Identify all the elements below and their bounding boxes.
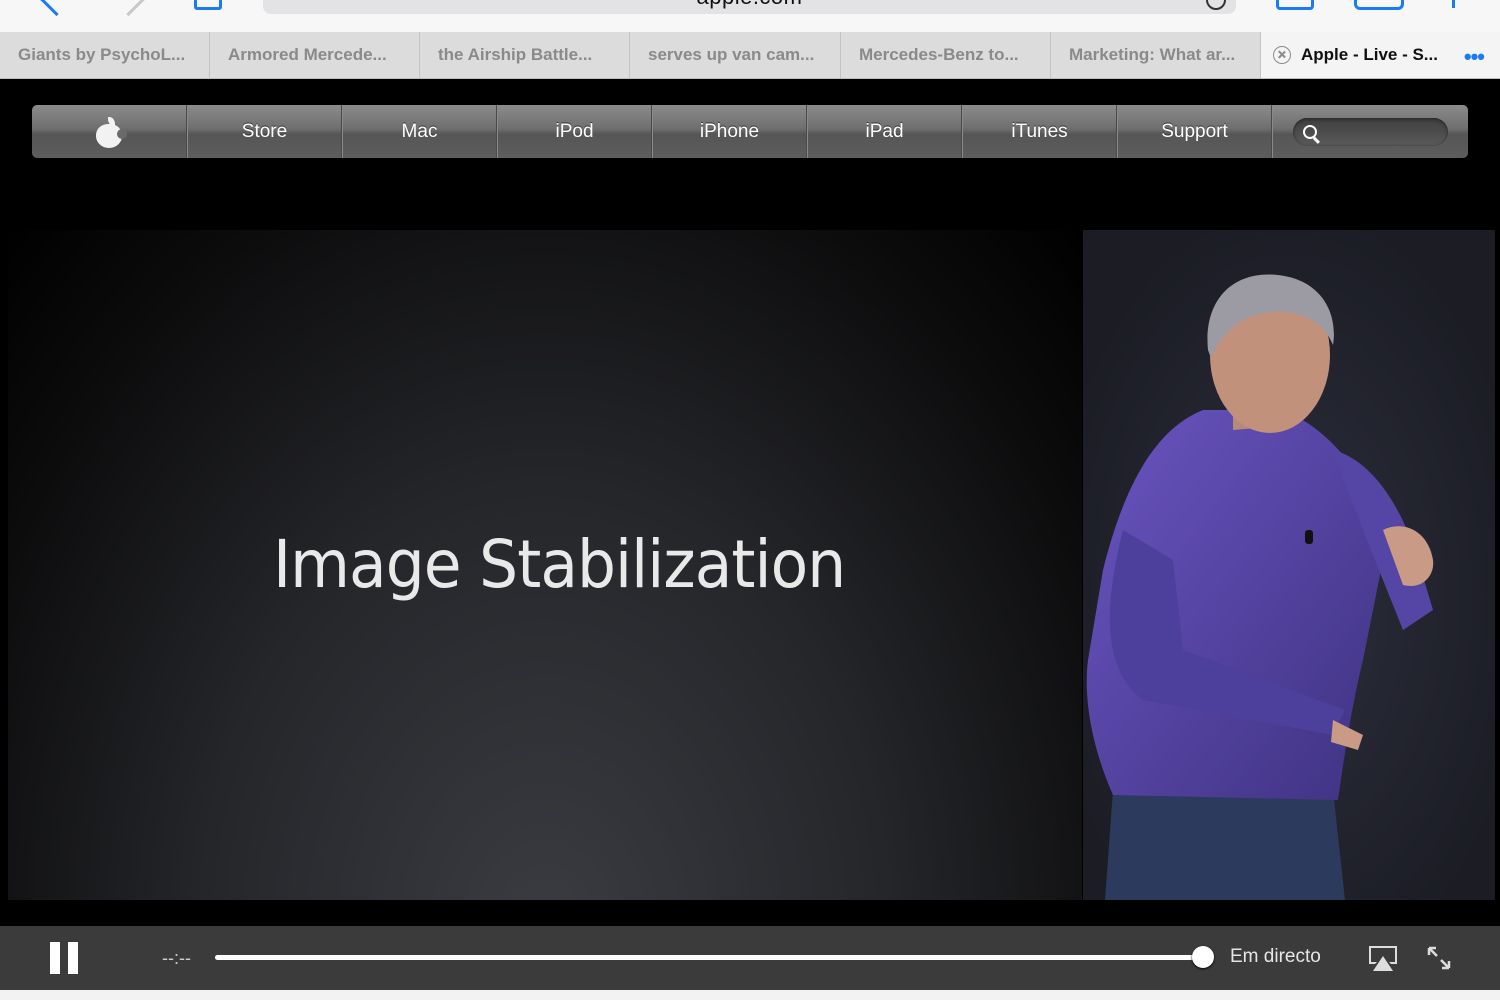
address-bar[interactable]: apple.com <box>263 0 1236 14</box>
bottom-strip <box>0 990 1500 1000</box>
tab-3[interactable]: the Airship Battle... <box>420 32 630 78</box>
nav-search <box>1272 105 1468 158</box>
tab-label: Mercedes-Benz to... <box>859 45 1019 64</box>
nav-item-mac[interactable]: Mac <box>342 105 497 158</box>
tab-4[interactable]: serves up van cam... <box>630 32 841 78</box>
reading-list-icon[interactable] <box>1276 0 1314 10</box>
close-tab-icon[interactable] <box>1273 46 1291 64</box>
tab-label: serves up van cam... <box>648 45 815 64</box>
slide-title: Image Stabilization <box>273 526 846 603</box>
live-label: Em directo <box>1230 946 1321 967</box>
elapsed-time: --:-- <box>162 948 191 968</box>
nav-apple-home[interactable] <box>32 105 187 158</box>
tab-5[interactable]: Mercedes-Benz to... <box>841 32 1051 78</box>
speaker-video-inset <box>1083 230 1495 900</box>
tab-label: Apple - Live - S... <box>1301 45 1438 64</box>
tab-1[interactable]: Giants by PsychoL... <box>0 32 210 78</box>
video-player[interactable]: Image Stabilization <box>0 230 1500 900</box>
tab-label: Giants by PsychoL... <box>18 45 186 64</box>
tab-label: Marketing: What ar... <box>1069 45 1236 64</box>
tabs-overview-icon[interactable] <box>1354 0 1404 10</box>
apple-global-nav: Store Mac iPod iPhone iPad iTunes Suppor… <box>32 105 1468 158</box>
back-icon[interactable] <box>38 0 75 17</box>
player-controls: --:-- Em directo <box>0 926 1500 990</box>
nav-item-ipad[interactable]: iPad <box>807 105 962 158</box>
pause-button[interactable] <box>50 942 78 974</box>
apple-logo-icon <box>96 116 127 148</box>
progress-fill <box>215 955 1205 960</box>
tab-6[interactable]: Marketing: What ar... <box>1051 32 1261 78</box>
fullscreen-icon[interactable] <box>1426 945 1452 971</box>
forward-icon[interactable] <box>110 0 147 17</box>
nav-item-ipod[interactable]: iPod <box>497 105 652 158</box>
scrubber-knob[interactable] <box>1192 946 1214 968</box>
bookmarks-icon[interactable] <box>194 0 222 10</box>
browser-toolbar: apple.com <box>0 0 1500 32</box>
share-icon[interactable] <box>1452 0 1455 8</box>
nav-item-itunes[interactable]: iTunes <box>962 105 1117 158</box>
tab-2[interactable]: Armored Mercede... <box>210 32 420 78</box>
nav-item-support[interactable]: Support <box>1117 105 1272 158</box>
tab-label: Armored Mercede... <box>228 45 387 64</box>
nav-item-store[interactable]: Store <box>187 105 342 158</box>
speaker-figure <box>1083 230 1495 900</box>
nav-item-iphone[interactable]: iPhone <box>652 105 807 158</box>
tab-label: the Airship Battle... <box>438 45 593 64</box>
url-text: apple.com <box>263 0 1236 10</box>
progress-bar[interactable] <box>215 946 1214 968</box>
search-icon <box>1303 124 1317 139</box>
airplay-icon[interactable] <box>1367 944 1399 972</box>
search-input[interactable] <box>1293 117 1448 146</box>
presentation-slide: Image Stabilization <box>8 230 1082 900</box>
more-tabs-icon[interactable]: ••• <box>1464 44 1485 70</box>
tab-bar: Giants by PsychoL... Armored Mercede... … <box>0 32 1500 79</box>
